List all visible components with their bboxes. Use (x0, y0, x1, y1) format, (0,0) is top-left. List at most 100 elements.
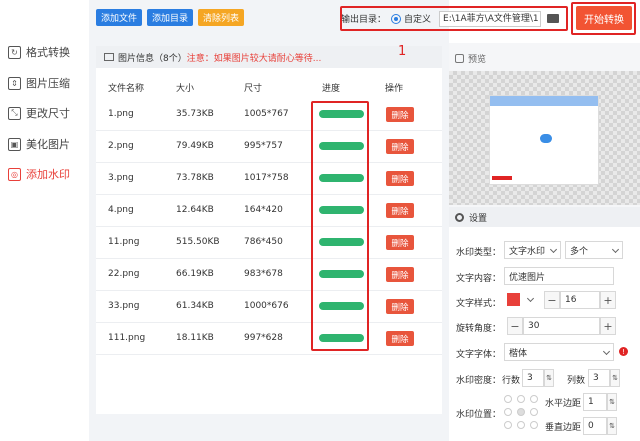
file-name: 1.png (108, 109, 134, 119)
rows-stepper[interactable]: ⇅ (544, 369, 554, 387)
angle-increase-button[interactable]: + (600, 317, 616, 335)
cols-input[interactable]: 3 (588, 369, 610, 387)
sidebar: ↻ 格式转换 ⇕ 图片压缩 ⤡ 更改尺寸 ▣ 美化图片 ◎ 添加水印 (0, 0, 89, 441)
column-header-name: 文件名称 (108, 84, 145, 94)
delete-button[interactable]: 删除 (386, 299, 414, 314)
font-family-label: 文字字体： (456, 350, 502, 360)
file-size: 73.78KB (176, 173, 214, 183)
v-margin-label: 垂直边距 (545, 423, 582, 433)
angle-input[interactable]: 30 (523, 317, 600, 335)
table-row: 22.png 66.19KB 983*678 删除 (96, 259, 442, 291)
cloud-icon (540, 134, 552, 143)
file-size: 61.34KB (176, 301, 214, 311)
position-option[interactable] (530, 421, 538, 429)
file-warning: 注意：如果图片较大请耐心等待... (186, 53, 322, 64)
text-content-input[interactable]: 优速图片 (504, 267, 614, 285)
delete-button[interactable]: 删除 (386, 331, 414, 346)
compress-icon: ⇕ (8, 76, 21, 90)
delete-button[interactable]: 删除 (386, 267, 414, 282)
font-size-input[interactable]: 16 (560, 291, 600, 309)
v-margin-input[interactable]: 0 (583, 417, 607, 435)
wm-type-select[interactable]: 文字水印 (504, 241, 561, 259)
column-header-dim: 尺寸 (244, 84, 263, 94)
image-icon: ▣ (8, 137, 21, 151)
table-row: 2.png 79.49KB 995*757 删除 (96, 131, 442, 163)
font-family-select[interactable]: 楷体 (504, 343, 614, 361)
preview-label: 预览 (468, 55, 487, 65)
annotation-box-progress (311, 101, 369, 351)
sidebar-item-label: 格式转换 (26, 46, 70, 59)
preview-thumbnail (489, 95, 599, 185)
cols-label: 列数 (567, 376, 586, 386)
position-option[interactable] (517, 395, 525, 403)
delete-button[interactable]: 删除 (386, 139, 414, 154)
eye-icon (455, 54, 464, 63)
position-option[interactable] (504, 408, 512, 416)
annotation-label-1: 1 (398, 44, 407, 59)
density-label: 水印密度： (456, 376, 502, 386)
delete-button[interactable]: 删除 (386, 203, 414, 218)
file-name: 111.png (108, 333, 146, 343)
file-name: 22.png (108, 269, 140, 279)
position-option[interactable] (504, 421, 512, 429)
file-dimensions: 1000*676 (244, 301, 289, 311)
table-row: 11.png 515.50KB 786*450 删除 (96, 227, 442, 259)
clear-list-button[interactable]: 清除列表 (198, 9, 244, 26)
file-size: 66.19KB (176, 269, 214, 279)
table-row: 111.png 18.11KB 997*628 删除 (96, 323, 442, 355)
file-dimensions: 983*678 (244, 269, 283, 279)
image-icon (104, 53, 114, 61)
file-dimensions: 995*757 (244, 141, 283, 151)
add-file-button[interactable]: 添加文件 (96, 9, 142, 26)
file-info-label: 图片信息（8个） (118, 53, 187, 64)
sidebar-item-resize[interactable]: ⤡ 更改尺寸 (8, 103, 70, 123)
file-name: 2.png (108, 141, 134, 151)
table-row: 33.png 61.34KB 1000*676 删除 (96, 291, 442, 323)
angle-decrease-button[interactable]: − (507, 317, 523, 335)
position-option[interactable] (530, 408, 538, 416)
file-size: 515.50KB (176, 237, 220, 247)
sidebar-item-label: 美化图片 (26, 138, 70, 151)
h-margin-input[interactable]: 1 (583, 393, 607, 411)
position-option[interactable] (517, 408, 525, 416)
position-option[interactable] (530, 395, 538, 403)
v-margin-stepper[interactable]: ⇅ (607, 417, 617, 435)
wm-type-label: 水印类型： (456, 248, 502, 258)
sidebar-item-watermark[interactable]: ◎ 添加水印 (8, 164, 70, 184)
chevron-down-icon (602, 347, 611, 356)
font-size-increase-button[interactable]: + (600, 291, 616, 309)
resize-icon: ⤡ (8, 106, 21, 120)
file-size: 79.49KB (176, 141, 214, 151)
file-dimensions: 1017*758 (244, 173, 289, 183)
delete-button[interactable]: 删除 (386, 171, 414, 186)
delete-button[interactable]: 删除 (386, 235, 414, 250)
position-option[interactable] (504, 395, 512, 403)
delete-button[interactable]: 删除 (386, 107, 414, 122)
file-size: 12.64KB (176, 205, 214, 215)
file-name: 3.png (108, 173, 134, 183)
chevron-down-icon (611, 245, 620, 254)
h-margin-stepper[interactable]: ⇅ (607, 393, 617, 411)
h-margin-label: 水平边距 (545, 399, 582, 409)
rows-input[interactable]: 3 (522, 369, 544, 387)
gear-icon (455, 212, 464, 222)
preview-header: 预览 (455, 52, 486, 65)
column-header-size: 大小 (176, 84, 195, 94)
sidebar-item-compress[interactable]: ⇕ 图片压缩 (8, 73, 70, 93)
wm-count-select[interactable]: 多个 (565, 241, 623, 259)
settings-header: 设置 (449, 207, 640, 227)
position-option[interactable] (517, 421, 525, 429)
font-size-decrease-button[interactable]: − (544, 291, 560, 309)
file-dimensions: 997*628 (244, 333, 283, 343)
column-header-action: 操作 (385, 84, 404, 94)
color-swatch[interactable] (507, 293, 520, 306)
cols-stepper[interactable]: ⇅ (610, 369, 620, 387)
add-folder-button[interactable]: 添加目录 (147, 9, 193, 26)
settings-title: 设置 (469, 213, 488, 224)
file-name: 33.png (108, 301, 140, 311)
sidebar-item-beautify[interactable]: ▣ 美化图片 (8, 134, 70, 154)
rotation-label: 旋转角度： (456, 324, 502, 334)
file-dimensions: 164*420 (244, 205, 283, 215)
sidebar-item-format-convert[interactable]: ↻ 格式转换 (8, 42, 70, 62)
table-row: 3.png 73.78KB 1017*758 删除 (96, 163, 442, 195)
